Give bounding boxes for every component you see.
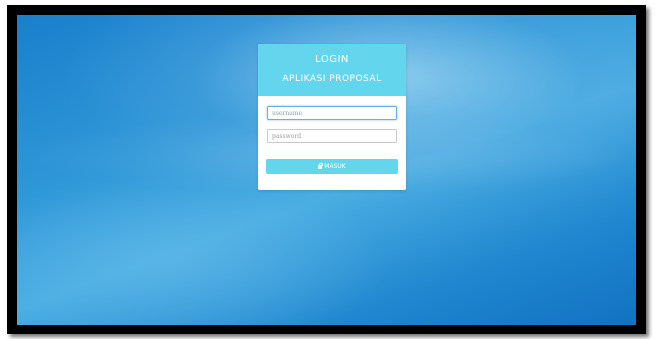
login-title: LOGIN: [315, 54, 349, 65]
masuk-button-label: MASUK: [324, 163, 346, 170]
username-input[interactable]: [267, 106, 397, 120]
screenshot-frame: LOGIN APLIKASI PROPOSAL MASUK: [0, 0, 657, 339]
lock-icon: [318, 162, 323, 169]
login-card: LOGIN APLIKASI PROPOSAL MASUK: [258, 44, 406, 190]
masuk-button[interactable]: MASUK: [266, 159, 398, 174]
password-input[interactable]: [267, 129, 397, 143]
login-form: MASUK: [258, 96, 406, 174]
login-header: LOGIN APLIKASI PROPOSAL: [258, 44, 406, 96]
app-subtitle: APLIKASI PROPOSAL: [282, 74, 382, 84]
